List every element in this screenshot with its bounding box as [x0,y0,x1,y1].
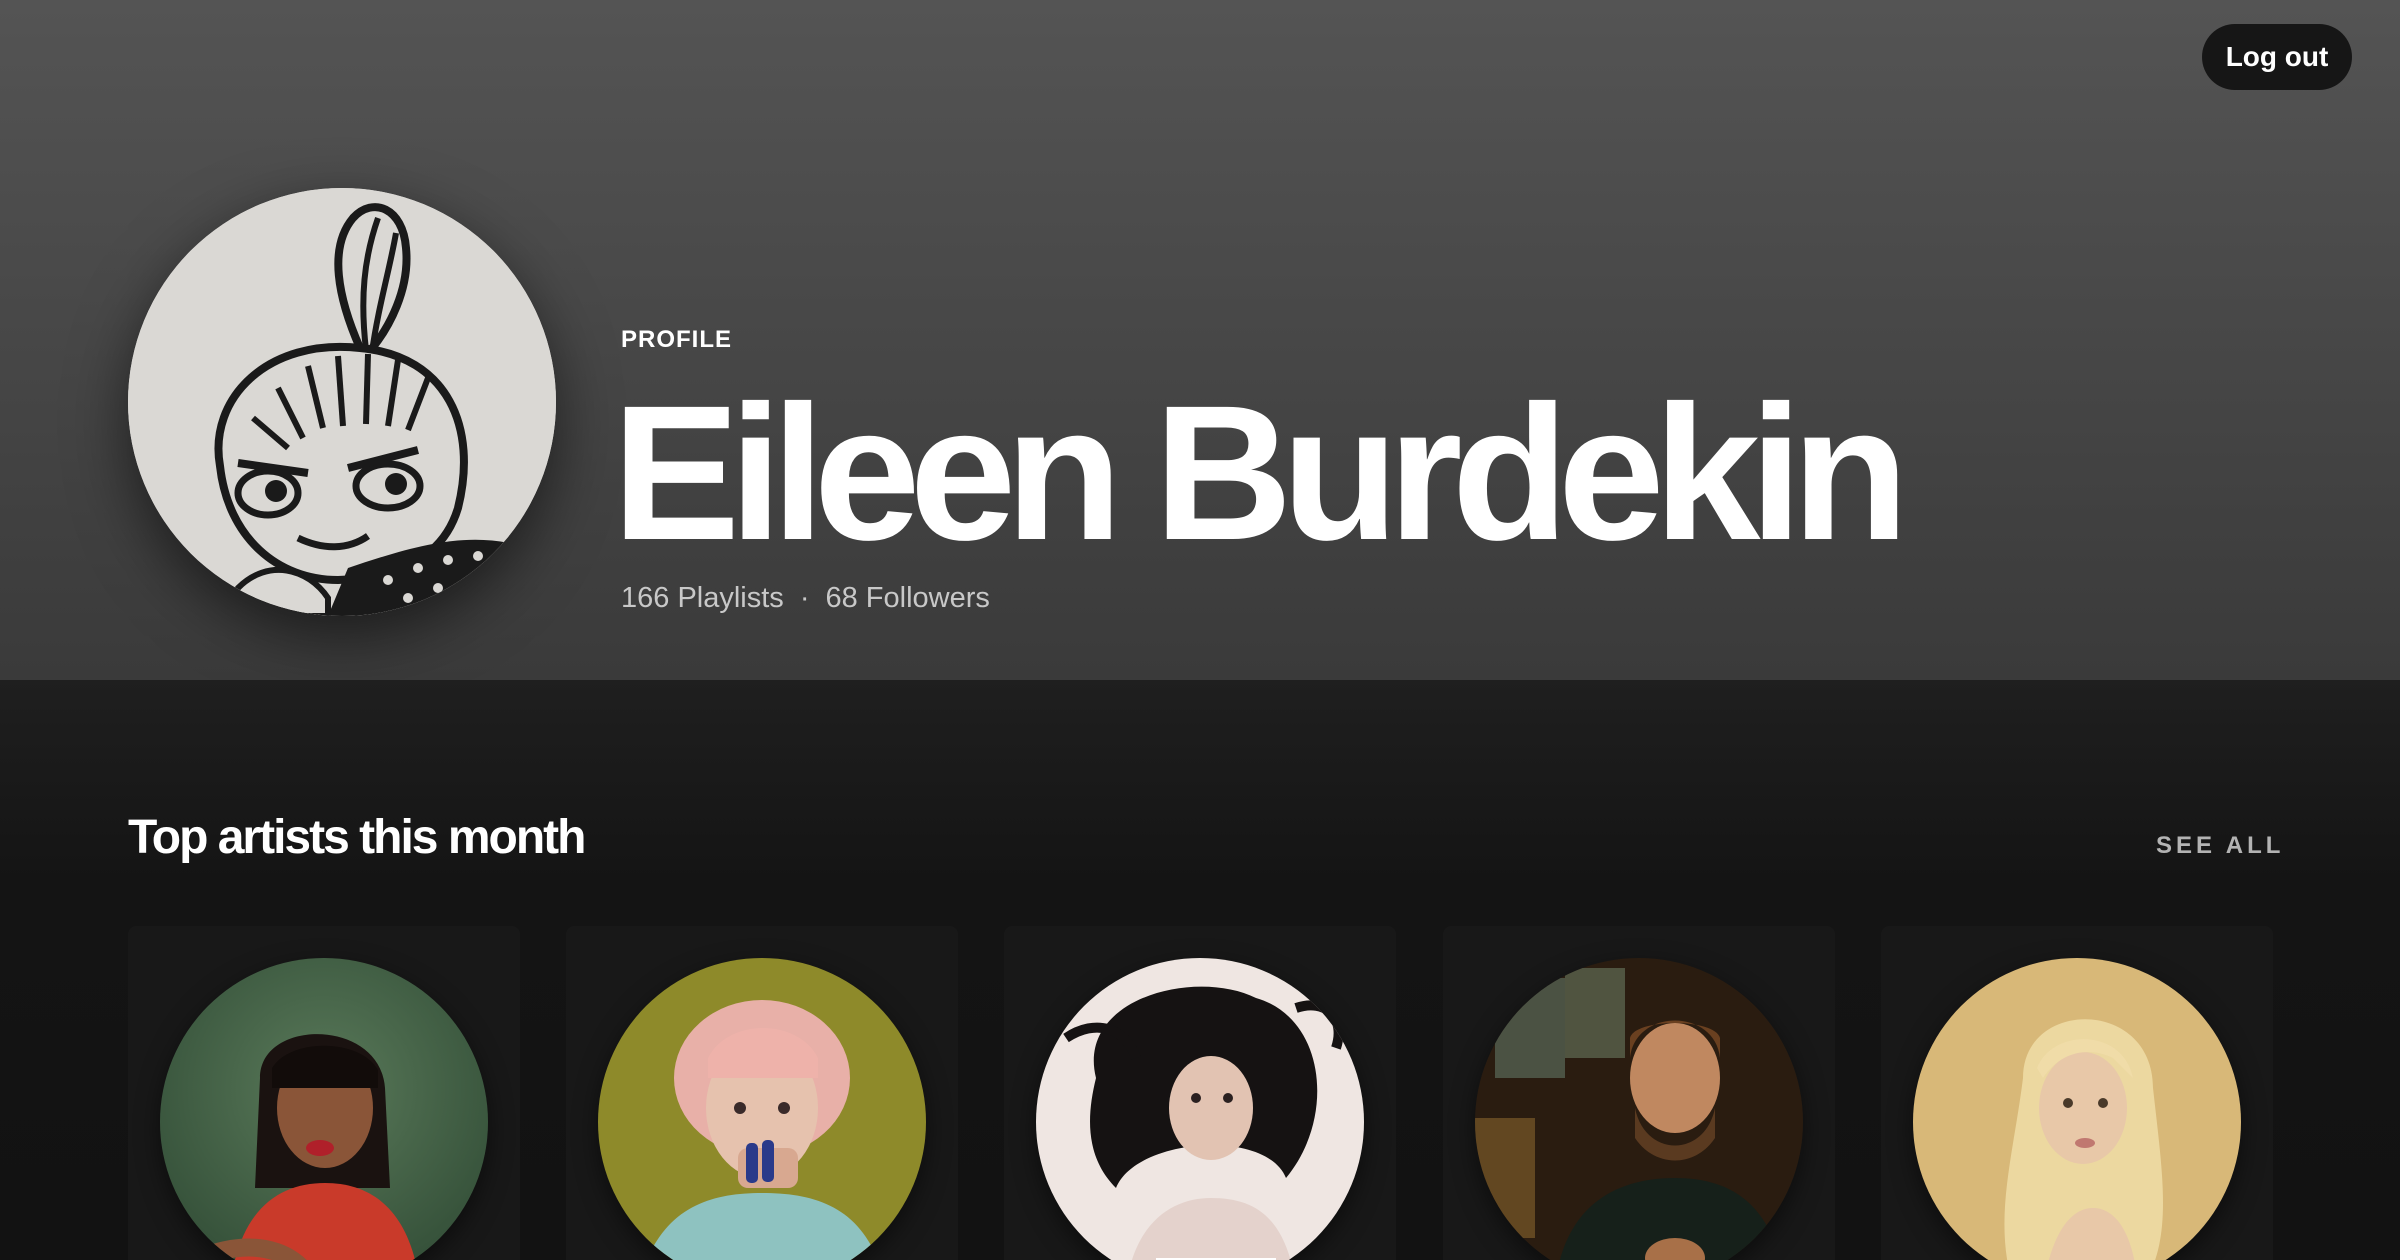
avatar-image [128,188,556,616]
artist-image [1036,958,1364,1260]
profile-type-label: PROFILE [621,326,733,353]
main-content: Top artists this month SEE ALL [0,680,2400,1260]
artist-card[interactable] [566,926,958,1260]
artist-card[interactable] [1443,926,1835,1260]
artist-cards [128,926,2273,1260]
artist-image [1913,958,2241,1260]
followers-count[interactable]: 68 Followers [825,582,989,614]
artist-image [598,958,926,1260]
artist-image [160,958,488,1260]
stats-separator: · [799,582,810,614]
logout-button[interactable]: Log out [2202,24,2352,90]
profile-page: Log out PROFILE Eileen Burdekin 166 Play… [0,0,2400,1260]
profile-stats: 166 Playlists · 68 Followers [621,582,990,615]
artist-card[interactable] [1881,926,2273,1260]
playlists-count[interactable]: 166 Playlists [621,582,784,614]
artist-image [1475,958,1803,1260]
avatar[interactable] [128,188,556,616]
profile-name: Eileen Burdekin [612,365,1909,580]
section-title[interactable]: Top artists this month [128,810,586,865]
profile-header: Log out PROFILE Eileen Burdekin 166 Play… [0,0,2400,680]
see-all-link[interactable]: SEE ALL [2156,832,2284,860]
artist-card[interactable] [1004,926,1396,1260]
artist-card[interactable] [128,926,520,1260]
